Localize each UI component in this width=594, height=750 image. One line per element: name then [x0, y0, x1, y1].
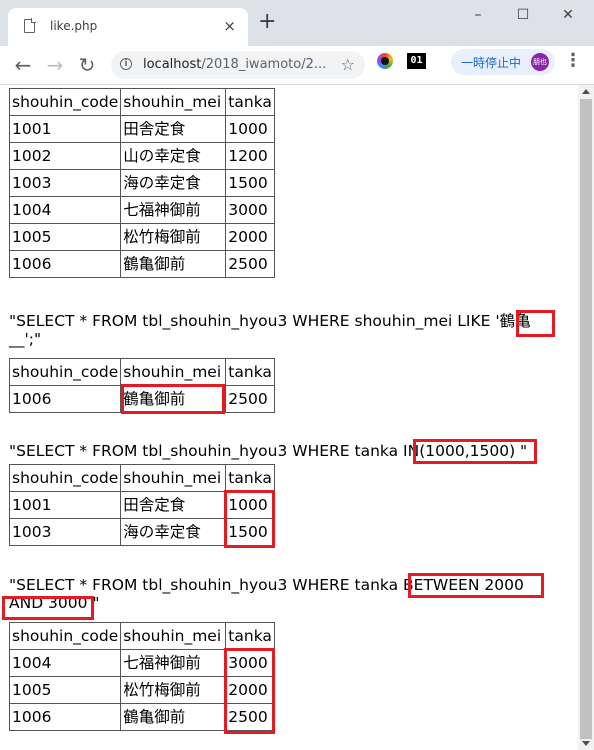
table-cell: 3000 [225, 196, 275, 224]
table-row: 1002 山の幸定食 1200 [8, 142, 275, 170]
table-cell: 2500 [225, 250, 275, 278]
table-cell: 1006 [8, 250, 122, 278]
table-cell: 1000 [225, 115, 275, 143]
tab-strip: like.php × + – ☐ ✕ [0, 0, 594, 46]
avatar: 朋也 [531, 53, 549, 71]
table-cell: 山の幸定食 [120, 142, 227, 170]
table-header-row: shouhin_code shouhin_mei tanka [8, 358, 275, 386]
table-cell: 2000 [225, 223, 275, 251]
reload-icon[interactable]: ↻ [74, 52, 100, 78]
table-header-row: shouhin_code shouhin_mei tanka [8, 88, 275, 116]
tab-title: like.php [50, 19, 98, 33]
highlight-like-pattern [516, 310, 555, 337]
url-text: localhost/2018_iwamoto/2... [143, 57, 326, 72]
table-cell: 1003 [8, 169, 122, 197]
url-path: /2018_iwamoto/2... [201, 57, 327, 72]
color-extension-icon[interactable] [377, 53, 393, 69]
site-info-icon[interactable]: i [120, 58, 132, 70]
table-cell: 海の幸定食 [120, 518, 227, 546]
page-content: shouhin_code shouhin_mei tanka 1001 田舎定食… [0, 85, 578, 750]
table-cell: 田舎定食 [120, 491, 227, 519]
table-header-row: shouhin_code shouhin_mei tanka [8, 464, 275, 492]
header-cell: shouhin_mei [120, 88, 227, 116]
header-cell: tanka [225, 464, 275, 492]
highlight-in-results [224, 490, 275, 548]
header-cell: shouhin_code [8, 622, 122, 650]
extension-01-icon[interactable]: 01 [407, 53, 426, 69]
scroll-up-arrow-icon[interactable] [582, 89, 590, 94]
menu-icon[interactable]: ⋮ [564, 51, 582, 71]
table-cell: 1004 [8, 649, 122, 677]
table-row: 1003 海の幸定食 1500 [8, 169, 275, 197]
table-header-row: shouhin_code shouhin_mei tanka [8, 622, 275, 650]
table-row: 1005 松竹梅御前 2000 [8, 223, 275, 251]
table-cell: 1002 [8, 142, 122, 170]
table-cell: 松竹梅御前 [120, 223, 227, 251]
table-cell: 1003 [8, 518, 122, 546]
maximize-icon[interactable]: ☐ [513, 4, 533, 26]
header-cell: tanka [225, 358, 275, 386]
table-cell: 海の幸定食 [120, 169, 227, 197]
table-row: 1004 七福神御前 3000 [8, 196, 275, 224]
table-cell: 1001 [8, 491, 122, 519]
highlight-between-clause-2 [2, 596, 94, 620]
query-like-line1: "SELECT * FROM tbl_shouhin_hyou3 WHERE s… [9, 312, 531, 330]
highlight-in-clause [413, 439, 537, 464]
header-cell: shouhin_mei [120, 358, 227, 386]
table-cell: 鶴亀御前 [120, 703, 227, 731]
highlight-like-result [121, 384, 225, 414]
table-cell: 1004 [8, 196, 122, 224]
table-cell: 1006 [8, 385, 122, 413]
header-cell: shouhin_code [8, 464, 122, 492]
new-tab-icon[interactable]: + [258, 11, 276, 33]
forward-icon[interactable]: → [42, 52, 68, 78]
sync-paused-label: 一時停止中 [461, 56, 522, 70]
vertical-scrollbar[interactable] [578, 85, 594, 750]
close-tab-icon[interactable]: × [223, 16, 236, 36]
scroll-down-arrow-icon[interactable] [582, 741, 590, 746]
header-cell: shouhin_code [8, 358, 122, 386]
table-cell: 1005 [8, 223, 122, 251]
query-like-line2: __';" [9, 330, 42, 348]
table-cell: 七福神御前 [120, 649, 227, 677]
table-cell: 松竹梅御前 [120, 676, 227, 704]
header-cell: tanka [225, 622, 275, 650]
header-cell: shouhin_code [8, 88, 122, 116]
back-icon[interactable]: ← [10, 52, 36, 78]
file-icon [24, 18, 36, 33]
highlight-between-results [224, 648, 275, 734]
table-cell: 1200 [225, 142, 275, 170]
highlight-between-clause-1 [408, 573, 544, 598]
header-cell: tanka [225, 88, 275, 116]
tab-like-php[interactable]: like.php × [8, 8, 248, 46]
result-table-all: shouhin_code shouhin_mei tanka 1001 田舎定食… [8, 88, 275, 278]
close-window-icon[interactable]: ✕ [558, 4, 578, 26]
table-cell: 2500 [225, 385, 275, 413]
table-cell: 1001 [8, 115, 122, 143]
scrollbar-thumb[interactable] [580, 99, 592, 739]
table-cell: 1005 [8, 676, 122, 704]
table-cell: 鶴亀御前 [120, 250, 227, 278]
bookmark-star-icon[interactable]: ☆ [341, 55, 355, 74]
minimize-icon[interactable]: – [468, 4, 488, 26]
table-cell: 1006 [8, 703, 122, 731]
header-cell: shouhin_mei [120, 622, 227, 650]
table-cell: 1500 [225, 169, 275, 197]
table-cell: 田舎定食 [120, 115, 227, 143]
header-cell: shouhin_mei [120, 464, 227, 492]
sync-paused-button[interactable]: 一時停止中 朋也 [451, 49, 555, 75]
table-row: 1006 鶴亀御前 2500 [8, 250, 275, 278]
table-cell: 七福神御前 [120, 196, 227, 224]
address-bar[interactable]: i localhost/2018_iwamoto/2... ☆ [111, 51, 365, 79]
table-row: 1001 田舎定食 1000 [8, 115, 275, 143]
url-host: localhost [143, 57, 202, 72]
